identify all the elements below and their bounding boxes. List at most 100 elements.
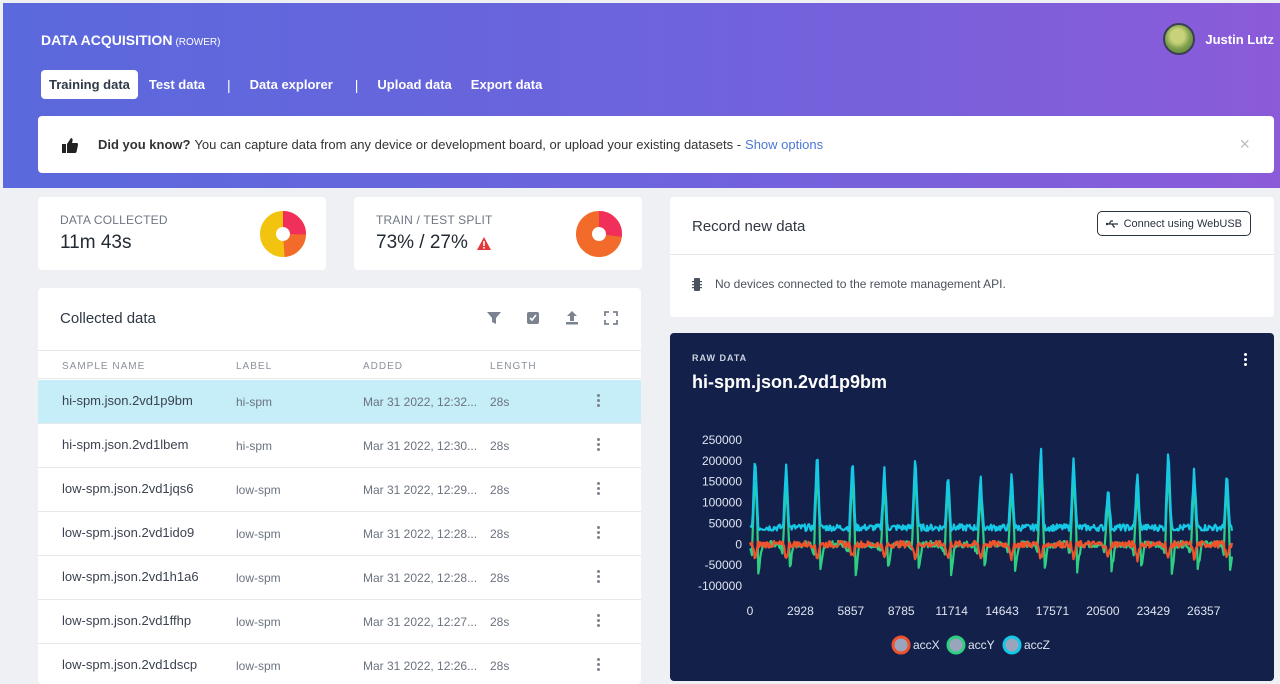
tab-test-data[interactable]: Test data: [141, 70, 213, 99]
split-value: 73% / 27%: [376, 232, 468, 253]
y-tick-label: 200000: [702, 454, 742, 468]
app-title: DATA ACQUISITION (ROWER): [41, 32, 220, 48]
app-title-text: DATA ACQUISITION: [41, 32, 173, 48]
raw-data-label: RAW DATA: [692, 353, 748, 363]
collected-data-panel: Collected data SAMPLE NAME LABEL ADDED L…: [38, 288, 641, 684]
y-tick-label: -50000: [705, 558, 743, 572]
sample-length: 28s: [490, 483, 510, 497]
y-tick-label: 100000: [702, 496, 742, 510]
sample-length: 28s: [490, 615, 510, 629]
column-added[interactable]: ADDED: [363, 361, 403, 372]
x-tick-label: 11714: [935, 604, 968, 618]
x-tick-label: 20500: [1086, 604, 1120, 618]
series-line-accZ: [749, 447, 1234, 532]
y-tick-label: 150000: [702, 475, 742, 489]
table-row[interactable]: low-spm.json.2vd1ffhp low-spm Mar 31 2022,…: [38, 600, 641, 644]
y-tick-label: 250000: [702, 433, 742, 447]
collected-donut-chart: [260, 211, 306, 257]
table-row[interactable]: hi-spm.json.2vd1p9bm hi-spm Mar 31 2022, 1…: [38, 380, 641, 424]
tab-data-explorer[interactable]: Data explorer: [242, 70, 341, 99]
connect-webusb-button[interactable]: Connect using WebUSB: [1096, 211, 1251, 236]
sample-added: Mar 31 2022, 12:26...: [363, 659, 478, 673]
tip-text: You can capture data from any device or …: [194, 137, 742, 152]
filter-icon[interactable]: [486, 310, 502, 326]
table-header: SAMPLE NAME LABEL ADDED LENGTH: [38, 350, 641, 379]
row-menu-icon[interactable]: [595, 614, 601, 628]
sample-length: 28s: [490, 659, 510, 673]
legend-marker-accY: [946, 635, 966, 655]
column-label[interactable]: LABEL: [236, 361, 272, 372]
sample-length: 28s: [490, 571, 510, 585]
table-row[interactable]: low-spm.json.2vd1dscp low-spm Mar 31 2022,…: [38, 644, 641, 684]
data-collected-value: 11m 43s: [60, 232, 132, 253]
tab-bar: Training data Test data | Data explorer …: [41, 70, 553, 99]
legend-label-accY: accY: [968, 638, 995, 652]
sample-name[interactable]: low-spm.json.2vd1h1a6: [62, 569, 199, 584]
y-tick-label: 0: [735, 537, 742, 551]
row-menu-icon[interactable]: [595, 394, 601, 408]
device-status-text: No devices connected to the remote manag…: [715, 277, 1006, 291]
data-collected-card: DATA COLLECTED 11m 43s: [38, 197, 326, 270]
sample-added: Mar 31 2022, 12:27...: [363, 615, 478, 629]
x-tick-label: 5857: [837, 604, 864, 618]
select-checkbox-icon[interactable]: [525, 310, 541, 326]
usb-icon: [1105, 220, 1118, 228]
tab-upload-data[interactable]: Upload data: [369, 70, 459, 99]
sample-name[interactable]: low-spm.json.2vd1jqs6: [62, 481, 194, 496]
sample-name[interactable]: hi-spm.json.2vd1p9bm: [62, 393, 193, 408]
raw-data-panel: 250000 200000 150000 100000 50000 0 -50000 -100…: [670, 333, 1274, 681]
table-row[interactable]: low-spm.json.2vd1ido9 low-spm Mar 31 2022,…: [38, 512, 641, 556]
tab-separator: |: [227, 76, 231, 93]
app-subtitle: (ROWER): [175, 37, 221, 48]
more-options-icon[interactable]: [1244, 353, 1248, 368]
row-menu-icon[interactable]: [595, 526, 601, 540]
sample-label: low-spm: [236, 527, 281, 541]
row-menu-icon[interactable]: [595, 438, 601, 452]
y-tick-label: 50000: [709, 516, 743, 530]
sample-added: Mar 31 2022, 12:29...: [363, 483, 478, 497]
tab-training-data[interactable]: Training data: [41, 70, 138, 99]
x-tick-label: 2928: [787, 604, 814, 618]
close-icon[interactable]: ×: [1239, 134, 1250, 155]
x-tick-label: 17571: [1036, 604, 1070, 618]
row-menu-icon[interactable]: [595, 482, 601, 496]
x-tick-label: 0: [747, 604, 754, 618]
record-new-data-panel: Record new data Connect using WebUSB No …: [670, 197, 1274, 317]
column-sample-name[interactable]: SAMPLE NAME: [62, 361, 145, 372]
sample-length: 28s: [490, 527, 510, 541]
sample-label: low-spm: [236, 571, 281, 585]
series-line-accY: [749, 466, 1234, 577]
avatar[interactable]: [1163, 23, 1196, 55]
record-title: Record new data: [692, 218, 806, 235]
sample-added: Mar 31 2022, 12:28...: [363, 571, 478, 585]
table-row[interactable]: low-spm.json.2vd1jqs6 low-spm Mar 31 2022,…: [38, 468, 641, 512]
tip-heading: Did you know?: [98, 137, 191, 152]
sample-label: hi-spm: [236, 395, 273, 409]
collected-data-title: Collected data: [60, 310, 156, 327]
tab-separator: |: [354, 76, 359, 93]
warning-icon[interactable]: [476, 236, 491, 250]
sample-length: 28s: [490, 395, 510, 409]
show-options-link[interactable]: Show options: [745, 137, 823, 152]
table-row[interactable]: hi-spm.json.2vd1lbem hi-spm Mar 31 2022, 1…: [38, 424, 641, 468]
column-length[interactable]: LENGTH: [490, 361, 537, 372]
sample-name[interactable]: hi-spm.json.2vd1lbem: [62, 437, 188, 452]
sample-added: Mar 31 2022, 12:28...: [363, 527, 478, 541]
user-menu[interactable]: Justin Lutz: [1163, 23, 1274, 55]
expand-icon[interactable]: [603, 310, 619, 326]
row-menu-icon[interactable]: [595, 658, 601, 672]
table-row[interactable]: low-spm.json.2vd1h1a6 low-spm Mar 31 2022,…: [38, 556, 641, 600]
x-tick-label: 26357: [1187, 604, 1221, 618]
sample-name[interactable]: low-spm.json.2vd1ffhp: [62, 613, 191, 628]
sample-name[interactable]: low-spm.json.2vd1ido9: [62, 525, 194, 540]
sample-name[interactable]: low-spm.json.2vd1dscp: [62, 657, 197, 672]
upload-icon[interactable]: [564, 310, 580, 326]
thumbs-up-icon: [62, 137, 78, 153]
raw-data-title: hi-spm.json.2vd1p9bm: [692, 372, 888, 392]
row-menu-icon[interactable]: [595, 570, 601, 584]
tab-export-data[interactable]: Export data: [463, 70, 551, 99]
y-tick-label: -100000: [698, 579, 742, 593]
user-name[interactable]: Justin Lutz: [1205, 32, 1274, 47]
sample-added: Mar 31 2022, 12:32...: [363, 395, 478, 409]
tip-banner: Did you know? You can capture data from …: [38, 116, 1274, 173]
